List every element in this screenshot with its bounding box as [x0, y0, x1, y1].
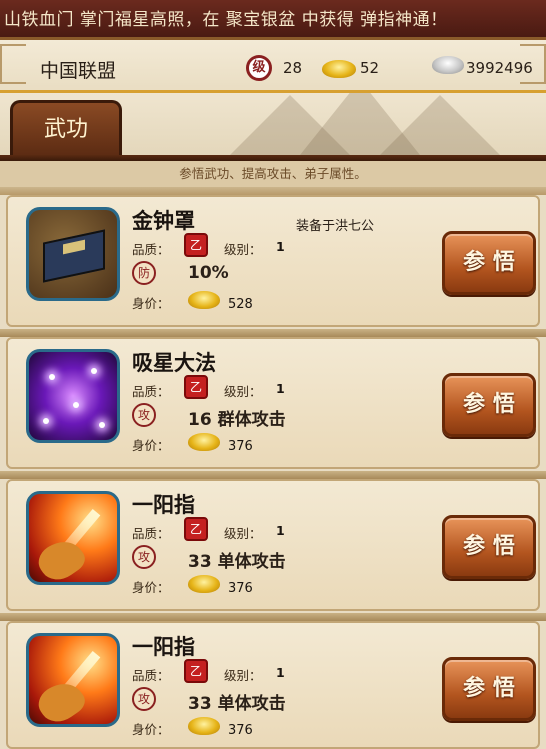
- skill-name: 吸星大法: [132, 351, 216, 375]
- gold-ingot-icon: [188, 717, 220, 735]
- skill-name: 一阳指: [132, 635, 195, 659]
- comprehend-button[interactable]: 参 悟: [442, 373, 536, 437]
- header-decoration-left: [0, 44, 26, 84]
- gold-ingot-icon: [188, 575, 220, 593]
- gold-amount: 52: [360, 59, 380, 77]
- price-label: 身价：: [132, 722, 170, 737]
- equipped-status: 装备于洪七公: [296, 219, 375, 234]
- skill-stat: 16 群体攻击: [188, 410, 286, 430]
- skill-price: 376: [228, 723, 253, 738]
- price-label: 身价：: [132, 296, 170, 311]
- skill-level: 1: [276, 665, 285, 680]
- skill-name: 金钟罩: [132, 209, 195, 233]
- skill-stat: 10%: [188, 263, 229, 283]
- skill-price: 376: [228, 439, 253, 454]
- finger-icon[interactable]: [26, 491, 120, 585]
- quality-badge: 乙: [184, 517, 208, 541]
- silver-ingot-icon: [432, 56, 464, 74]
- skill-stat: 33 单体攻击: [188, 694, 286, 714]
- skill-price: 376: [228, 581, 253, 596]
- skill-card: 吸星大法 品质： 乙 级别： 1 攻 16 群体攻击 身价： 376 参 悟: [6, 337, 540, 469]
- quality-label: 品质：: [132, 668, 170, 683]
- attack-icon: 攻: [132, 687, 156, 711]
- gold-ingot-icon: [188, 433, 220, 451]
- mountain-decoration: [380, 95, 500, 155]
- level-label: 级别：: [224, 526, 262, 541]
- finger-icon[interactable]: [26, 633, 120, 727]
- card-separator: [0, 329, 546, 337]
- hand-shape: [32, 674, 90, 724]
- level-label: 级别：: [224, 668, 262, 683]
- quality-label: 品质：: [132, 526, 170, 541]
- comprehend-button[interactable]: 参 悟: [442, 515, 536, 579]
- quality-label: 品质：: [132, 384, 170, 399]
- skill-level: 1: [276, 239, 285, 254]
- tab-martial-arts[interactable]: 武功: [10, 100, 122, 158]
- comprehend-button[interactable]: 参 悟: [442, 657, 536, 721]
- section-divider: [0, 187, 546, 195]
- quality-badge: 乙: [184, 659, 208, 683]
- purple-stars-icon[interactable]: [26, 349, 120, 443]
- status-header: 中国联盟 级 28 52 3992496: [0, 40, 546, 92]
- alliance-name: 中国联盟: [40, 60, 117, 82]
- level-label: 级别：: [224, 384, 262, 399]
- quality-badge: 乙: [184, 375, 208, 399]
- quality-badge: 乙: [184, 233, 208, 257]
- sparkle: [73, 402, 79, 408]
- skill-level: 1: [276, 523, 285, 538]
- sparkle: [43, 418, 49, 424]
- skill-card: 一阳指 品质： 乙 级别： 1 攻 33 单体攻击 身价： 376 参 悟: [6, 621, 540, 749]
- skill-stat: 33 单体攻击: [188, 552, 286, 572]
- level-label: 级别：: [224, 242, 262, 257]
- section-subtitle: 参悟武功、提高攻击、弟子属性。: [0, 161, 546, 187]
- quality-label: 品质：: [132, 242, 170, 257]
- skill-level: 1: [276, 381, 285, 396]
- skill-card: 金钟罩 装备于洪七公 品质： 乙 级别： 1 防 10% 身价： 528 参 悟: [6, 195, 540, 327]
- gold-ingot-icon: [322, 60, 356, 78]
- level-icon: 级: [246, 55, 272, 81]
- silver-amount: 3992496: [466, 59, 533, 77]
- gold-ingot-icon: [188, 291, 220, 309]
- price-label: 身价：: [132, 438, 170, 453]
- comprehend-button[interactable]: 参 悟: [442, 231, 536, 295]
- sparkle: [49, 374, 55, 380]
- skill-price: 528: [228, 297, 253, 312]
- book-icon[interactable]: [26, 207, 120, 301]
- announcement-marquee: 山铁血门 掌门福星高照，在 聚宝银盆 中获得 弹指神通！: [0, 0, 546, 40]
- card-separator: [0, 471, 546, 479]
- attack-icon: 攻: [132, 403, 156, 427]
- skill-card: 一阳指 品质： 乙 级别： 1 攻 33 单体攻击 身价： 376 参 悟: [6, 479, 540, 611]
- card-separator: [0, 613, 546, 621]
- sparkle: [91, 368, 97, 374]
- sparkle: [99, 422, 105, 428]
- defense-icon: 防: [132, 261, 156, 285]
- book-cover: [43, 229, 105, 283]
- player-level: 28: [283, 59, 303, 77]
- hand-shape: [32, 532, 90, 582]
- price-label: 身价：: [132, 580, 170, 595]
- attack-icon: 攻: [132, 545, 156, 569]
- skill-name: 一阳指: [132, 493, 195, 517]
